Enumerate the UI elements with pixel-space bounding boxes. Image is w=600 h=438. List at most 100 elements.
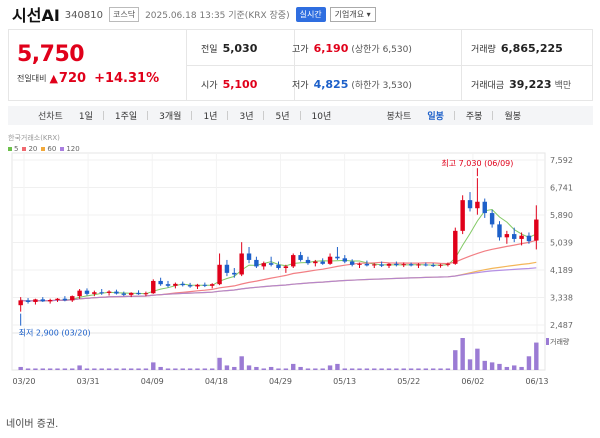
change-row: 전일대비 ▲ 720 +14.31% bbox=[17, 71, 186, 86]
x-tick-label: 03/20 bbox=[12, 377, 35, 386]
stock-name: 시선AI bbox=[12, 6, 60, 25]
realtime-button[interactable]: 실시간 bbox=[295, 6, 326, 22]
candle-body bbox=[430, 265, 436, 267]
volume-bar bbox=[84, 368, 90, 370]
candle-body bbox=[357, 263, 362, 265]
candle-body bbox=[165, 284, 171, 286]
candle-daily[interactable]: 일봉 bbox=[425, 109, 446, 122]
low-annotation: 최저 2,900 (03/20) bbox=[19, 328, 91, 338]
y-tick-label: 2,487 bbox=[550, 321, 573, 330]
volume-bar bbox=[430, 368, 436, 370]
volume-bar bbox=[504, 366, 510, 370]
divider bbox=[227, 111, 229, 120]
line-chart-label[interactable]: 선차트 bbox=[38, 109, 63, 122]
volume-bar bbox=[313, 368, 318, 370]
volume-bar bbox=[519, 366, 524, 370]
volume-bar bbox=[195, 368, 200, 370]
period-10y[interactable]: 10년 bbox=[310, 109, 334, 122]
candle-body bbox=[408, 264, 414, 266]
volume-bar bbox=[143, 368, 149, 370]
volume-bar bbox=[261, 368, 266, 370]
candle-body bbox=[195, 284, 200, 287]
volume-bar bbox=[291, 363, 296, 370]
volume-bar bbox=[416, 368, 421, 370]
candle-chart-label[interactable]: 봉차트 bbox=[386, 109, 411, 122]
ma-line-120 bbox=[20, 267, 537, 302]
volume-bar bbox=[202, 368, 208, 370]
y-tick-label: 5,890 bbox=[550, 211, 573, 220]
candle-body bbox=[313, 261, 318, 264]
stat-sub: 백만 bbox=[554, 81, 572, 91]
period-3y[interactable]: 3년 bbox=[237, 109, 255, 122]
volume-bar bbox=[106, 368, 112, 370]
volume-bar bbox=[460, 338, 465, 370]
candle-body bbox=[453, 230, 458, 264]
divider bbox=[147, 111, 149, 120]
candle-body bbox=[209, 284, 215, 286]
volume-bar bbox=[55, 368, 60, 370]
y-tick-label: 7,592 bbox=[550, 156, 573, 165]
volume-bar bbox=[305, 368, 311, 370]
volume-bar bbox=[298, 366, 303, 370]
volume-bar bbox=[320, 368, 325, 370]
stat-low: 저가 4,825 (하한가 3,530) bbox=[292, 78, 412, 91]
change-amount: 720 bbox=[58, 71, 87, 86]
candle-body bbox=[246, 253, 252, 260]
volume-bar bbox=[349, 368, 355, 370]
row-divider bbox=[187, 65, 593, 66]
volume-bar bbox=[209, 368, 215, 370]
stat-label: 거래량 bbox=[471, 45, 496, 55]
candle-body bbox=[254, 259, 259, 267]
x-tick-label: 05/22 bbox=[397, 377, 420, 386]
candle-body bbox=[261, 263, 266, 267]
volume-bar bbox=[394, 368, 399, 370]
candle-weekly[interactable]: 주봉 bbox=[464, 109, 485, 122]
divider bbox=[492, 111, 494, 120]
candle-body bbox=[305, 259, 311, 264]
candle-body bbox=[173, 283, 178, 286]
volume-bar bbox=[534, 342, 539, 370]
candle-body bbox=[512, 234, 517, 239]
volume-bar bbox=[268, 366, 274, 370]
candle-body bbox=[25, 300, 31, 302]
period-1w[interactable]: 1주일 bbox=[113, 109, 139, 122]
volume-bar bbox=[467, 359, 473, 370]
candle-body bbox=[335, 256, 340, 259]
x-tick-label: 05/13 bbox=[333, 377, 356, 386]
chart-frame bbox=[11, 152, 546, 371]
candle-body bbox=[534, 219, 539, 241]
quote-info-panel: 5,750 전일대비 ▲ 720 +14.31% 전일 5,030 고가 6,1… bbox=[8, 29, 593, 101]
stat-label: 저가 bbox=[292, 81, 309, 91]
volume-bar bbox=[246, 365, 252, 370]
company-overview-button[interactable]: 기업개요 ▾ bbox=[329, 6, 376, 22]
change-percent: +14.31% bbox=[94, 71, 160, 86]
volume-bar bbox=[401, 368, 406, 370]
volume-bar bbox=[239, 356, 244, 370]
volume-bar bbox=[173, 368, 178, 370]
period-1d[interactable]: 1일 bbox=[77, 109, 95, 122]
candle-body bbox=[416, 264, 421, 266]
divider bbox=[453, 111, 455, 120]
volume-bar bbox=[372, 368, 377, 370]
period-3m[interactable]: 3개월 bbox=[157, 109, 183, 122]
divider bbox=[191, 111, 193, 120]
x-tick-label: 06/02 bbox=[461, 377, 484, 386]
ma-line-20 bbox=[20, 239, 537, 302]
period-5y[interactable]: 5년 bbox=[273, 109, 291, 122]
candle-body bbox=[62, 298, 68, 301]
candle-body bbox=[224, 264, 230, 273]
volume-bar bbox=[342, 368, 348, 370]
period-1y[interactable]: 1년 bbox=[201, 109, 219, 122]
x-tick-label: 04/18 bbox=[205, 377, 228, 386]
high-annotation: 최고 7,030 (06/09) bbox=[441, 158, 513, 168]
candle-monthly[interactable]: 월봉 bbox=[502, 109, 523, 122]
price-chart[interactable]: 7,592 6,741 5,890 5,039 4,189 3,338 2,487 03/20… bbox=[0, 133, 600, 393]
volume-bar bbox=[276, 368, 281, 370]
volume-bar bbox=[408, 368, 414, 370]
stat-high: 고가 6,190 (상한가 6,530) bbox=[292, 42, 412, 55]
stat-sub: (상한가 6,530) bbox=[351, 45, 412, 55]
stat-value: 6,190 bbox=[313, 42, 349, 55]
volume-bar bbox=[453, 350, 458, 370]
volume-bar bbox=[18, 366, 23, 370]
volume-bar bbox=[526, 356, 532, 370]
